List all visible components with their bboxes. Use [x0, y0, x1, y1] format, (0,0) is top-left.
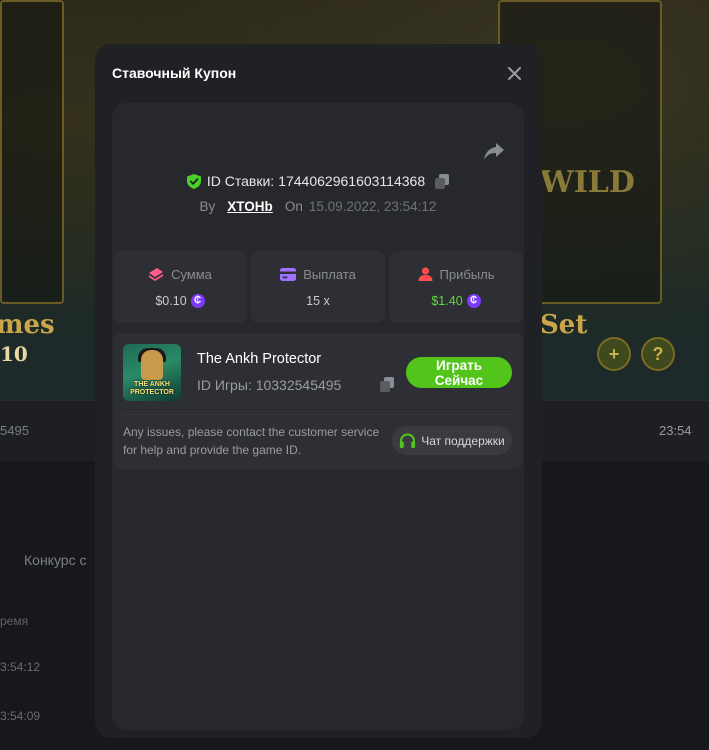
stat-profit: Прибыль $1.40 ₵: [389, 251, 523, 323]
bet-date: 15.09.2022, 23:54:12: [308, 199, 437, 214]
game-id-label: ID Игры:: [197, 377, 252, 393]
copy-bet-id-button[interactable]: [435, 173, 450, 189]
row-id-fragment: 5495: [0, 423, 29, 438]
bet-author-row: By XTOHb On 15.09.2022, 23:54:12: [112, 199, 524, 214]
stat-wager: Сумма $0.10 ₵: [113, 251, 247, 323]
headset-icon: [400, 432, 416, 448]
bet-id-value: 1744062961603114368: [278, 173, 426, 189]
game-id-row: ID Игры: 10332545495: [197, 377, 341, 393]
close-icon: [507, 66, 521, 80]
on-label: On: [284, 199, 303, 214]
stat-payout-label: Выплата: [303, 266, 356, 282]
bet-coupon-modal: Ставочный Купон ID Ставки: 1744062961603…: [95, 44, 542, 738]
stat-wager-value-row: $0.10 ₵: [155, 293, 205, 308]
copy-game-id-button[interactable]: [380, 377, 394, 397]
username-link[interactable]: XTOHb: [227, 199, 273, 214]
by-label: By: [199, 199, 216, 214]
bet-id-label: ID Ставки:: [206, 173, 275, 189]
payout-card-icon: [280, 267, 297, 281]
profit-user-icon: [418, 267, 432, 281]
coin-icon: ₵: [190, 293, 205, 308]
stat-wager-label: Сумма: [171, 266, 212, 282]
row-time-right: 23:54: [659, 423, 692, 438]
share-button[interactable]: [484, 143, 504, 165]
support-chat-button[interactable]: Чат поддержки: [392, 426, 512, 455]
game-id-value: 10332545495: [255, 377, 342, 393]
reel-left: [0, 0, 64, 304]
row-time-1: 3:54:12: [0, 660, 41, 674]
bet-stats: Сумма $0.10 ₵ Выплата 15 x Прибыль $1.40…: [113, 251, 523, 323]
coupon-card: ID Ставки: 1744062961603114368 By XTOHb …: [112, 103, 524, 730]
bet-id-row: ID Ставки: 1744062961603114368: [112, 173, 524, 189]
thumbnail-title: THE ANKH PROTECTOR: [130, 381, 174, 396]
thumbnail-figure-shape: [141, 350, 163, 380]
game-label-left: mes: [0, 310, 55, 340]
row-time-2: 3:54:09: [0, 709, 41, 723]
game-value-left: 10: [0, 342, 28, 366]
support-text: Any issues, please contact the customer …: [123, 425, 380, 457]
modal-title: Ставочный Купон: [112, 65, 237, 81]
contest-tab-fragment[interactable]: Конкурс с: [24, 552, 86, 568]
column-header-fragment: ремя: [0, 614, 29, 628]
game-label-right: Set: [540, 310, 588, 340]
plus-icon[interactable]: +: [597, 337, 631, 371]
stat-payout-value: 15 x: [306, 293, 330, 308]
stat-payout: Выплата 15 x: [251, 251, 385, 323]
game-name: The Ankh Protector: [197, 351, 322, 367]
coin-icon: ₵: [466, 293, 481, 308]
stat-profit-label: Прибыль: [439, 266, 495, 282]
stat-profit-value: $1.40: [431, 293, 463, 308]
copy-icon: [380, 377, 394, 392]
copy-icon: [435, 173, 450, 189]
share-icon: [484, 143, 504, 160]
help-icon[interactable]: ?: [641, 337, 675, 371]
support-chat-label: Чат поддержки: [421, 433, 505, 448]
wager-icon: [148, 268, 164, 281]
game-info-box: THE ANKH PROTECTOR The Ankh Protector ID…: [113, 333, 523, 469]
stat-payout-value-row: 15 x: [306, 294, 330, 308]
verified-shield-icon: [186, 173, 201, 189]
wild-symbol: WILD: [540, 165, 635, 200]
stat-profit-value-row: $1.40 ₵: [431, 293, 481, 308]
stat-wager-value: $0.10: [155, 293, 187, 308]
divider: [123, 414, 513, 415]
play-now-button[interactable]: Играть Сейчас: [406, 357, 512, 388]
close-button[interactable]: [504, 63, 524, 83]
game-thumbnail[interactable]: THE ANKH PROTECTOR: [123, 344, 181, 401]
